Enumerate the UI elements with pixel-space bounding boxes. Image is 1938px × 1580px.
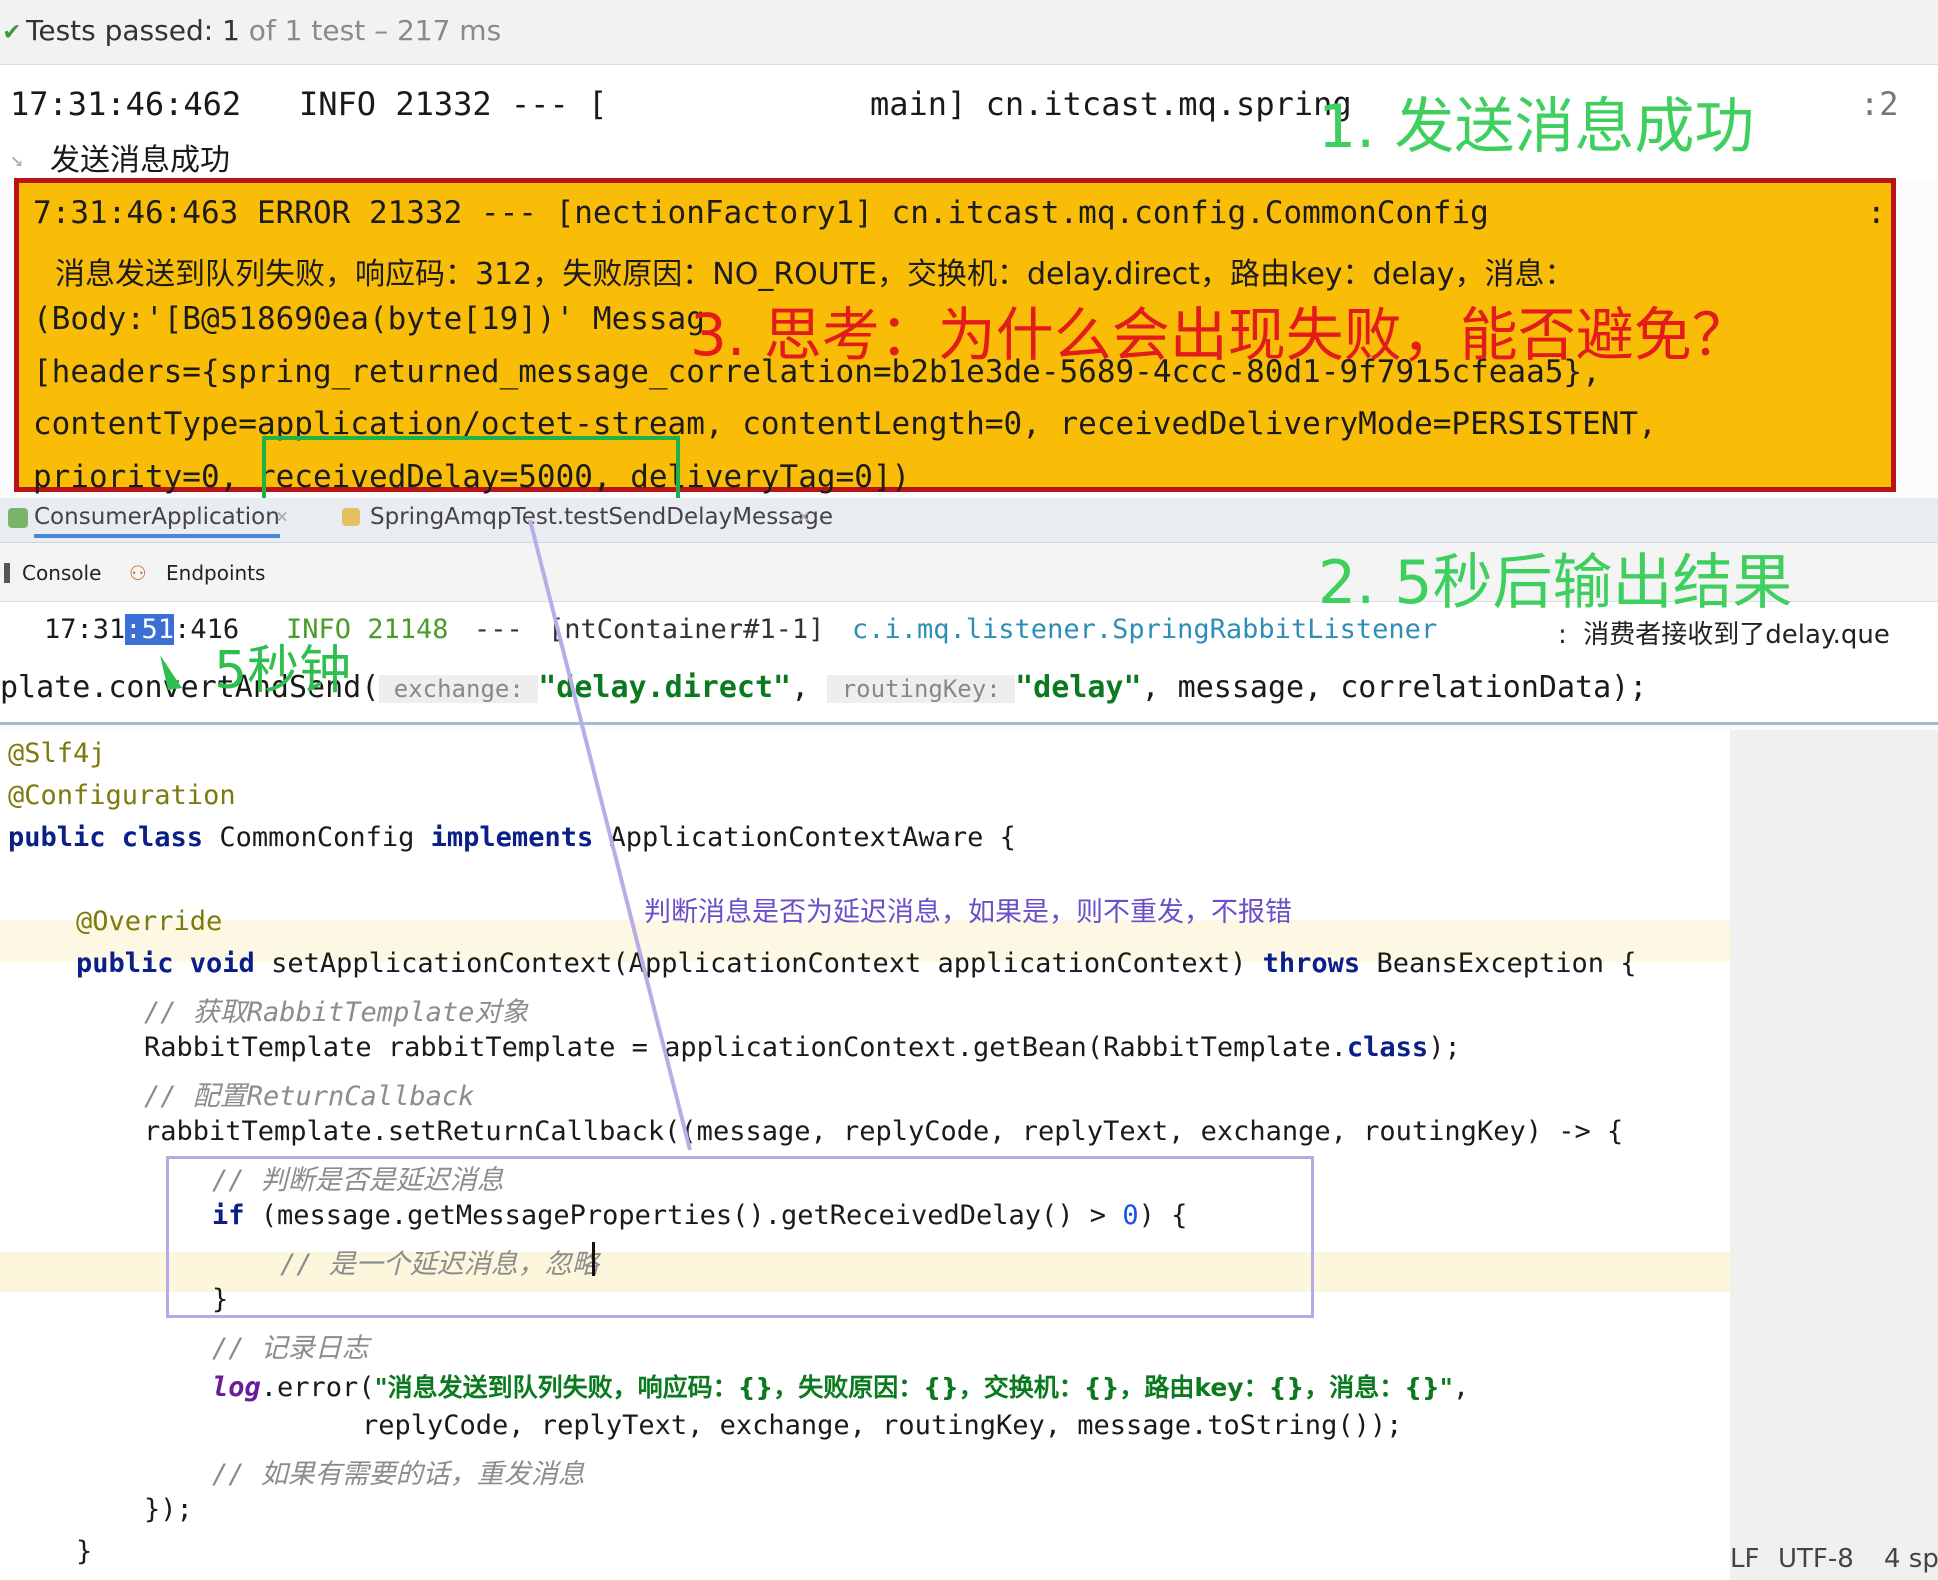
- line-separator-indicator[interactable]: LF: [1730, 1544, 1759, 1574]
- annotation-5s-later: 2. 5秒后输出结果: [1318, 548, 1793, 618]
- indent-indicator[interactable]: 4 sp: [1884, 1544, 1938, 1574]
- encoding-indicator[interactable]: UTF-8: [1778, 1544, 1854, 1574]
- annotation-delay-explain: 判断消息是否为延迟消息，如果是，则不重发，不报错: [644, 897, 1292, 928]
- arrow-5s-pointer: [160, 655, 182, 690]
- annotation-send-success: 1. 发送消息成功: [1318, 92, 1755, 162]
- ide-status-bar: LF UTF-8 4 sp: [1730, 1540, 1938, 1580]
- arrow-to-delay-check: [528, 519, 692, 1151]
- annotation-arrows: [160, 519, 692, 1151]
- annotation-think-why-fail: 3. 思考：为什么会出现失败，能否避免？: [690, 301, 1750, 369]
- annotation-5-seconds: 5秒钟: [214, 641, 352, 701]
